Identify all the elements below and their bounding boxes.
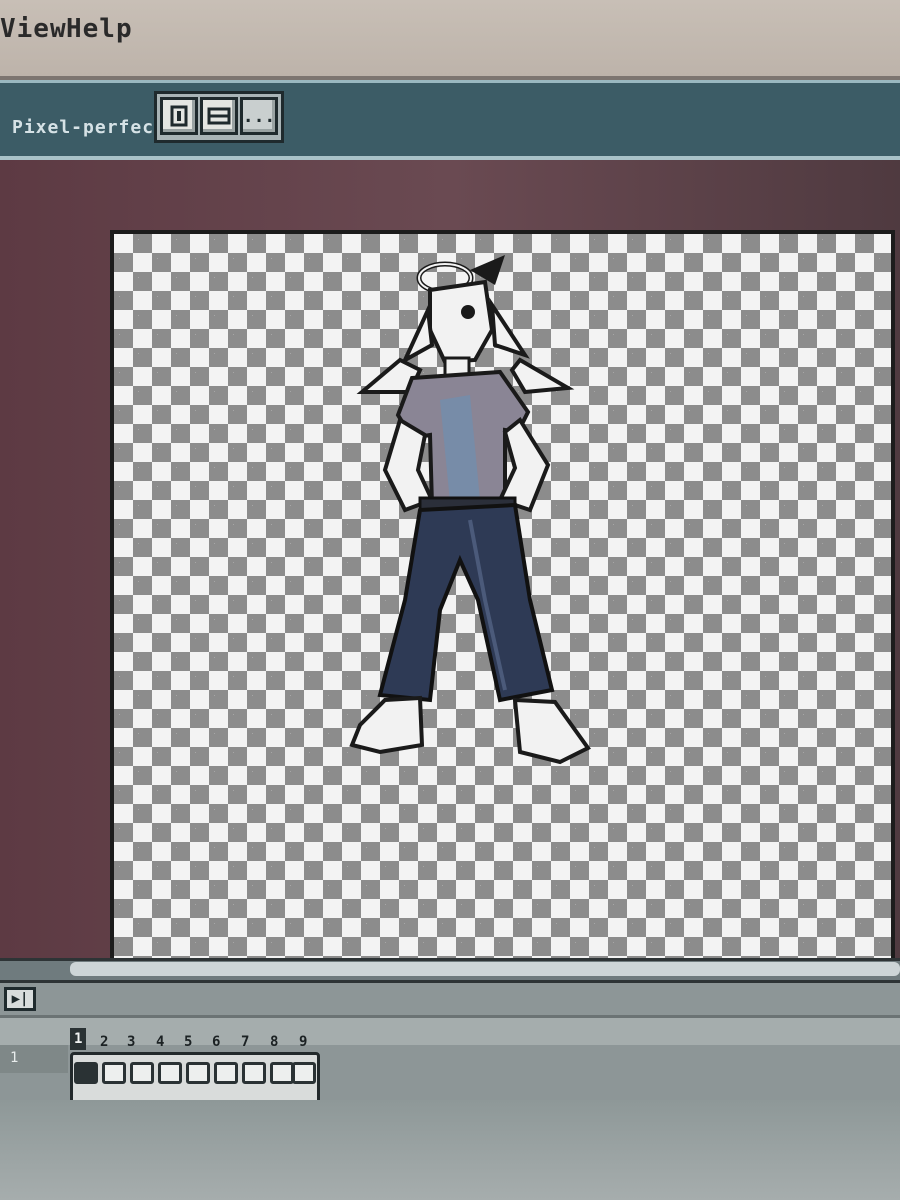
timeline-body: [0, 1100, 900, 1200]
play-icon: ▶|: [11, 991, 29, 1007]
frame-header-2[interactable]: 2: [100, 1034, 108, 1050]
frame-header-1[interactable]: 1: [70, 1028, 87, 1050]
layer-row[interactable]: 1: [0, 1045, 68, 1073]
layer-name: 1: [10, 1050, 19, 1066]
frame-cell-1[interactable]: [74, 1062, 98, 1084]
frame-cell-7[interactable]: [242, 1062, 266, 1084]
play-button[interactable]: ▶|: [4, 987, 36, 1011]
frame-header-5[interactable]: 5: [184, 1034, 192, 1050]
scrollbar-thumb[interactable]: [70, 962, 900, 976]
frame-cell-4[interactable]: [158, 1062, 182, 1084]
frame-header-7[interactable]: 7: [241, 1034, 249, 1050]
frame-header-6[interactable]: 6: [212, 1034, 220, 1050]
frame-cell-8[interactable]: [270, 1062, 294, 1084]
frame-header-3[interactable]: 3: [127, 1034, 135, 1050]
frame-cell-3[interactable]: [130, 1062, 154, 1084]
frame-header-4[interactable]: 4: [156, 1034, 164, 1050]
frame-cell-2[interactable]: [102, 1062, 126, 1084]
frame-header-9[interactable]: 9: [299, 1034, 307, 1050]
frame-cell-6[interactable]: [214, 1062, 238, 1084]
frame-header-8[interactable]: 8: [270, 1034, 278, 1050]
frame-cell-9[interactable]: [292, 1062, 316, 1084]
frame-cell-5[interactable]: [186, 1062, 210, 1084]
